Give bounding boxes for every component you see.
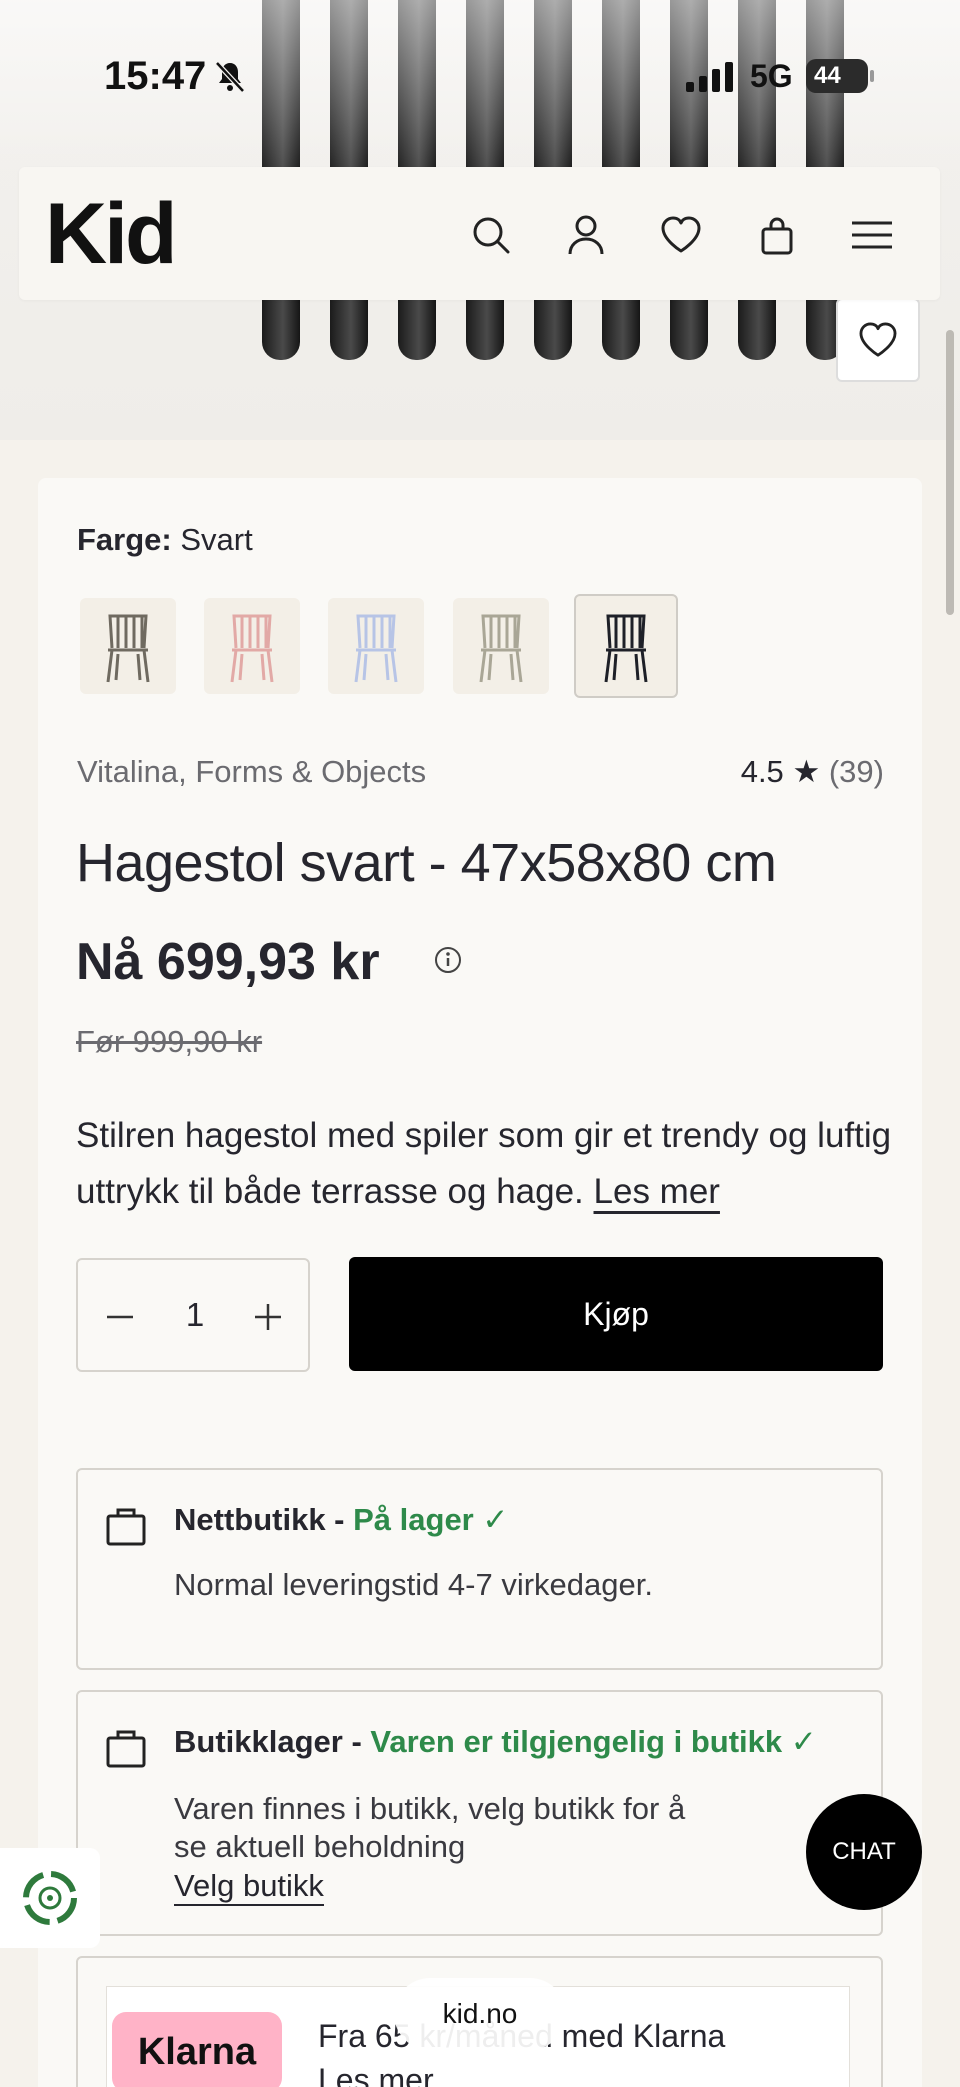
add-to-wishlist-button[interactable] — [836, 298, 920, 382]
plus-icon[interactable] — [248, 1300, 288, 1334]
status-bar: 15:47 5G 44 — [0, 0, 960, 150]
color-label-key: Farge: — [77, 522, 172, 557]
online-stock-title: Nettbutikk - — [174, 1502, 354, 1537]
color-label-value: Svart — [180, 522, 253, 557]
color-swatch-black[interactable] — [574, 594, 678, 698]
store-stock-heading: Butikklager - Varen er tilgjengelig i bu… — [174, 1724, 817, 1760]
price-before: Før 999,90 kr — [76, 1024, 263, 1059]
signal-icon — [686, 62, 736, 97]
price-now: Nå 699,93 kr — [76, 933, 380, 991]
color-swatch-pink[interactable] — [204, 598, 300, 694]
select-store-link[interactable]: Velg butikk — [174, 1868, 324, 1906]
store-stock-box[interactable]: Butikklager - Varen er tilgjengelig i bu… — [76, 1690, 883, 1936]
product-brand[interactable]: Vitalina, Forms & Objects — [77, 754, 426, 790]
product-card: Farge: Svart Vitalina, Forms & Objects 4… — [38, 478, 922, 2087]
chat-button[interactable]: CHAT — [806, 1794, 922, 1910]
heart-icon — [859, 322, 897, 357]
store-stock-status: Varen er tilgjengelig i butikk ✓ — [370, 1724, 817, 1759]
site-header: Kid — [19, 167, 940, 300]
bag-icon — [106, 1728, 146, 1773]
menu-icon[interactable] — [848, 211, 896, 259]
store-stock-title: Butikklager - — [174, 1724, 371, 1759]
product-title: Hagestol svart - 47x58x80 cm — [76, 833, 777, 893]
buy-button[interactable]: Kjøp — [349, 1257, 883, 1371]
heart-icon[interactable] — [657, 211, 705, 259]
color-swatch-sand[interactable] — [453, 598, 549, 694]
minus-icon[interactable] — [100, 1300, 140, 1334]
online-stock-box: Nettbutikk - På lager ✓ Normal leverings… — [76, 1468, 883, 1670]
klarna-logo: Klarna — [112, 2012, 282, 2087]
review-count: (39) — [828, 754, 884, 789]
description-text: Stilren hagestol med spiler som gir et t… — [76, 1116, 892, 1211]
scrollbar[interactable] — [946, 330, 954, 615]
rating-value: 4.5 — [740, 754, 784, 789]
online-stock-heading: Nettbutikk - På lager ✓ — [174, 1502, 508, 1538]
site-logo[interactable]: Kid — [45, 185, 178, 284]
bag-icon — [106, 1506, 146, 1551]
color-swatch-blue[interactable] — [328, 598, 424, 694]
color-swatch-grey[interactable] — [80, 598, 176, 694]
read-more-link[interactable]: Les mer — [594, 1172, 720, 1211]
status-time: 15:47 — [104, 54, 207, 98]
online-stock-body: Normal leveringstid 4-7 virkedager. — [174, 1567, 653, 1602]
info-icon[interactable] — [434, 946, 462, 979]
store-stock-body: Varen finnes i butikk, velg butikk for å… — [174, 1790, 685, 1866]
quantity-value[interactable]: 1 — [170, 1296, 220, 1334]
online-stock-status: På lager ✓ — [353, 1502, 509, 1537]
battery-icon: 44 — [806, 59, 874, 93]
eco-recycle-badge[interactable] — [0, 1848, 100, 1948]
bell-muted-icon — [214, 60, 246, 99]
search-icon[interactable] — [467, 211, 515, 259]
store-stock-body-line1: Varen finnes i butikk, velg butikk for å — [174, 1791, 686, 1826]
color-label: Farge: Svart — [77, 522, 253, 558]
klarna-link[interactable]: Les mer — [318, 2062, 434, 2087]
store-stock-body-line2: se aktuell beholdning — [174, 1829, 466, 1864]
product-description: Stilren hagestol med spiler som gir et t… — [76, 1108, 896, 1220]
network-type: 5G — [750, 58, 793, 94]
browser-url[interactable]: kid.no — [394, 1978, 566, 2050]
star-icon: ★ — [792, 754, 821, 789]
quantity-stepper: 1 — [76, 1258, 310, 1372]
account-icon[interactable] — [562, 211, 610, 259]
cart-icon[interactable] — [753, 211, 801, 259]
product-rating[interactable]: 4.5 ★ (39) — [741, 754, 884, 790]
recycle-icon — [23, 1871, 77, 1925]
